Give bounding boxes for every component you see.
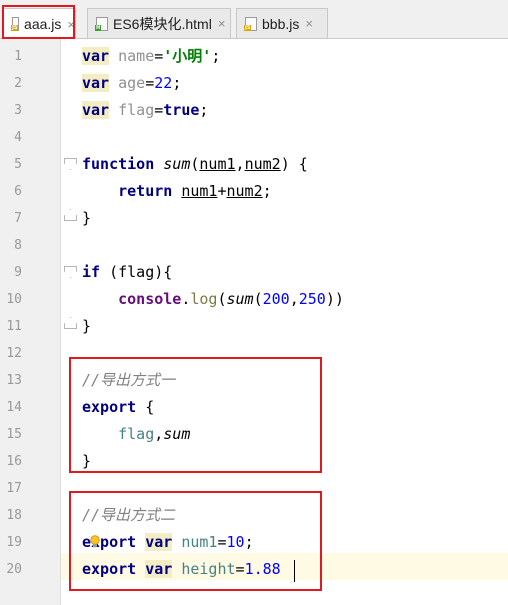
- text-cursor: [294, 560, 295, 582]
- editor-tab-bar: JS aaa.js × H ES6模块化.html × JS bbb.js ×: [0, 0, 508, 39]
- code-line-14: export {: [82, 398, 155, 416]
- line-number: 3: [14, 103, 22, 118]
- line-number: 5: [14, 157, 22, 172]
- tab-label: aaa.js: [24, 16, 62, 32]
- code-editor[interactable]: var name='小明'; var age=22; var flag=true…: [61, 39, 508, 605]
- tab-label: ES6模块化.html: [113, 15, 212, 32]
- code-line-15: flag,sum: [118, 425, 191, 443]
- line-number: 16: [6, 454, 22, 469]
- close-icon[interactable]: ×: [218, 16, 226, 31]
- line-number: 11: [6, 319, 22, 334]
- code-line-6: return num1+num2;: [118, 182, 272, 200]
- code-line-20: export var height=1.88: [82, 560, 281, 578]
- tab-bbb-js[interactable]: JS bbb.js ×: [236, 8, 328, 38]
- tab-es6-html[interactable]: H ES6模块化.html ×: [87, 8, 231, 38]
- line-number: 10: [6, 292, 22, 307]
- js-file-icon: JS: [11, 17, 20, 31]
- line-number: 13: [6, 373, 22, 388]
- line-number: 1: [14, 49, 22, 64]
- line-number: 14: [6, 400, 22, 415]
- line-number: 12: [6, 346, 22, 361]
- line-number: 7: [14, 211, 22, 226]
- tab-label: bbb.js: [262, 15, 300, 32]
- code-line-19: export var num1=10;: [82, 533, 254, 551]
- line-number-gutter: 1 2 3 4 5 6 7 8 9 10 11 12 13 14 15 16 1…: [0, 39, 77, 605]
- code-line-9: if (flag){: [82, 263, 173, 281]
- close-icon[interactable]: ×: [67, 17, 75, 32]
- code-line-2: var age=22;: [82, 74, 182, 92]
- line-number: 15: [6, 427, 22, 442]
- code-line-13: //导出方式一: [82, 371, 176, 389]
- code-line-5: function sum(num1,num2) {: [82, 155, 308, 173]
- tab-aaa-js[interactable]: JS aaa.js ×: [3, 8, 76, 39]
- code-line-18: //导出方式二: [82, 506, 176, 524]
- line-number: 17: [6, 481, 22, 496]
- line-number: 2: [14, 76, 22, 91]
- html-file-icon: H: [95, 16, 108, 31]
- lightbulb-icon[interactable]: [89, 535, 101, 549]
- code-line-16: }: [82, 452, 92, 470]
- code-line-1: var name='小明';: [82, 47, 221, 65]
- close-icon[interactable]: ×: [305, 16, 313, 31]
- line-number: 6: [14, 184, 22, 199]
- code-line-3: var flag=true;: [82, 101, 209, 119]
- line-number: 8: [14, 238, 22, 253]
- line-number: 18: [6, 508, 22, 523]
- code-line-10: console.log(sum(200,250)): [118, 290, 344, 308]
- line-number: 4: [14, 130, 22, 145]
- line-number: 20: [6, 562, 22, 577]
- code-line-7: }: [82, 209, 92, 227]
- line-number: 19: [6, 535, 22, 550]
- code-line-11: }: [82, 317, 92, 335]
- line-number: 9: [14, 265, 22, 280]
- js-file-icon: JS: [244, 16, 257, 31]
